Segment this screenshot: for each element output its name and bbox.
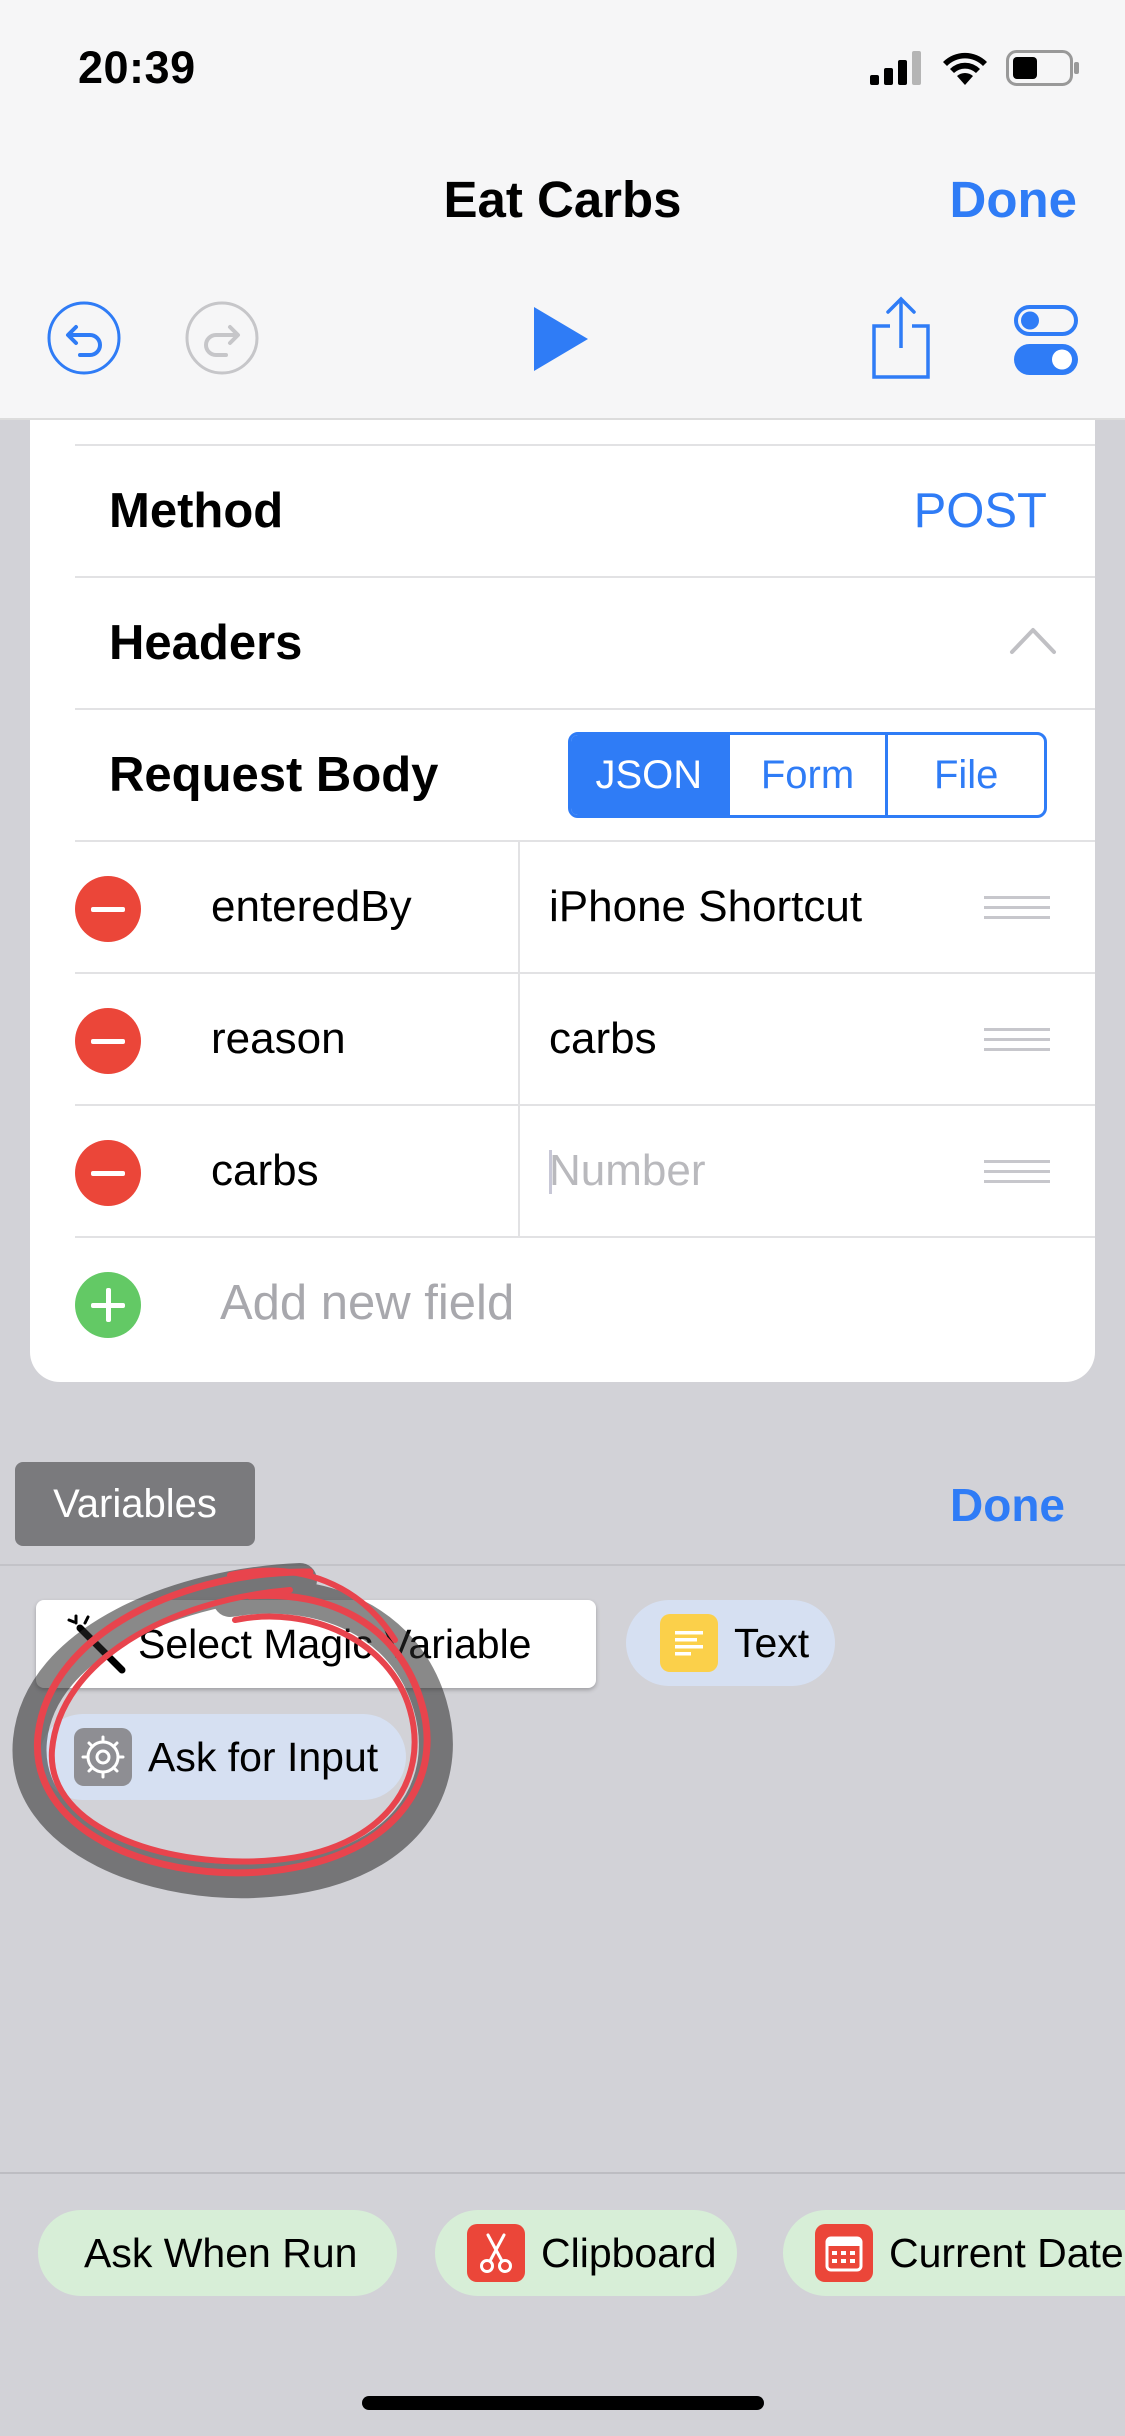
cellular-signal-icon	[870, 51, 921, 85]
text-variable-chip[interactable]: Text	[626, 1600, 836, 1686]
magic-wand-icon	[67, 1614, 126, 1674]
navigation-header: 20:39 Eat Carbs Done	[0, 0, 1125, 420]
field-key[interactable]: enteredBy	[211, 842, 412, 972]
text-icon	[660, 1614, 718, 1672]
chip-label: Current Date	[889, 2229, 1124, 2276]
field-key[interactable]: reason	[211, 974, 346, 1104]
select-magic-variable-button[interactable]: Select Magic Variable	[36, 1600, 596, 1688]
request-card: Method POST Headers Request Body JSON Fo…	[30, 420, 1095, 1382]
headers-label: Headers	[109, 616, 303, 670]
field-value[interactable]: iPhone Shortcut	[549, 842, 862, 972]
add-field-label[interactable]: Add new field	[220, 1238, 514, 1368]
status-icons	[870, 48, 1080, 88]
field-row: carbs Number	[75, 1106, 1095, 1238]
settings-toggle-button[interactable]	[1014, 304, 1078, 376]
wifi-icon	[943, 52, 987, 85]
remove-field-button[interactable]	[75, 876, 141, 942]
segment-json[interactable]: JSON	[571, 735, 727, 815]
scissors-icon	[467, 2224, 525, 2282]
remove-field-button[interactable]	[75, 1008, 141, 1074]
field-key[interactable]: carbs	[211, 1106, 319, 1236]
share-icon	[872, 296, 930, 379]
chip-label: Ask for Input	[148, 1733, 379, 1780]
body-type-segmented-control[interactable]: JSON Form File	[568, 732, 1047, 818]
battery-icon	[1006, 50, 1079, 86]
chip-label: Ask When Run	[84, 2229, 358, 2276]
divider	[518, 1106, 520, 1236]
status-time: 20:39	[78, 42, 196, 93]
text-cursor	[549, 1150, 552, 1194]
share-button[interactable]	[870, 296, 932, 380]
variables-done-button[interactable]: Done	[950, 1444, 1065, 1566]
request-body-label: Request Body	[109, 748, 439, 802]
method-label: Method	[109, 484, 284, 538]
variables-bar: Variables Done	[0, 1444, 1125, 1566]
current-date-chip[interactable]: Current Date	[783, 2210, 1125, 2296]
field-row: reason carbs	[75, 974, 1095, 1106]
request-body-row: Request Body JSON Form File	[75, 710, 1095, 842]
divider	[0, 2172, 1125, 2174]
ask-when-run-chip[interactable]: Ask When Run	[38, 2210, 398, 2296]
undo-button[interactable]	[46, 300, 122, 376]
toggle-settings-icon	[1014, 305, 1078, 375]
gear-icon	[74, 1728, 132, 1786]
add-field-icon[interactable]	[75, 1272, 141, 1338]
method-row[interactable]: Method POST	[75, 446, 1095, 578]
chip-label: Text	[734, 1619, 810, 1666]
divider	[518, 842, 520, 972]
divider	[518, 974, 520, 1104]
method-value[interactable]: POST	[914, 446, 1047, 576]
segment-file[interactable]: File	[885, 735, 1044, 815]
segment-form[interactable]: Form	[726, 735, 886, 815]
play-icon	[534, 307, 588, 371]
ask-for-input-chip[interactable]: Ask for Input	[40, 1714, 407, 1800]
home-indicator[interactable]	[362, 2396, 764, 2410]
done-button[interactable]: Done	[950, 170, 1078, 229]
field-row: enteredBy iPhone Shortcut	[75, 842, 1095, 974]
field-value[interactable]: carbs	[549, 974, 657, 1104]
undo-icon	[47, 301, 121, 375]
chip-label: Clipboard	[541, 2229, 717, 2276]
variables-tab[interactable]: Variables	[15, 1462, 255, 1546]
add-field-row[interactable]: Add new field	[75, 1238, 1095, 1370]
remove-field-button[interactable]	[75, 1140, 141, 1206]
play-button[interactable]	[530, 304, 592, 374]
reorder-handle-icon[interactable]	[984, 896, 1050, 926]
clipboard-chip[interactable]: Clipboard	[435, 2210, 737, 2296]
reorder-handle-icon[interactable]	[984, 1160, 1050, 1190]
reorder-handle-icon[interactable]	[984, 1028, 1050, 1058]
calendar-icon	[815, 2224, 873, 2282]
redo-icon	[185, 301, 259, 375]
headers-row[interactable]: Headers	[75, 578, 1095, 710]
chevron-up-icon[interactable]	[1009, 624, 1057, 656]
field-value-input[interactable]: Number	[549, 1106, 706, 1236]
chip-label: Select Magic Variable	[138, 1620, 532, 1667]
redo-button[interactable]	[184, 300, 260, 376]
